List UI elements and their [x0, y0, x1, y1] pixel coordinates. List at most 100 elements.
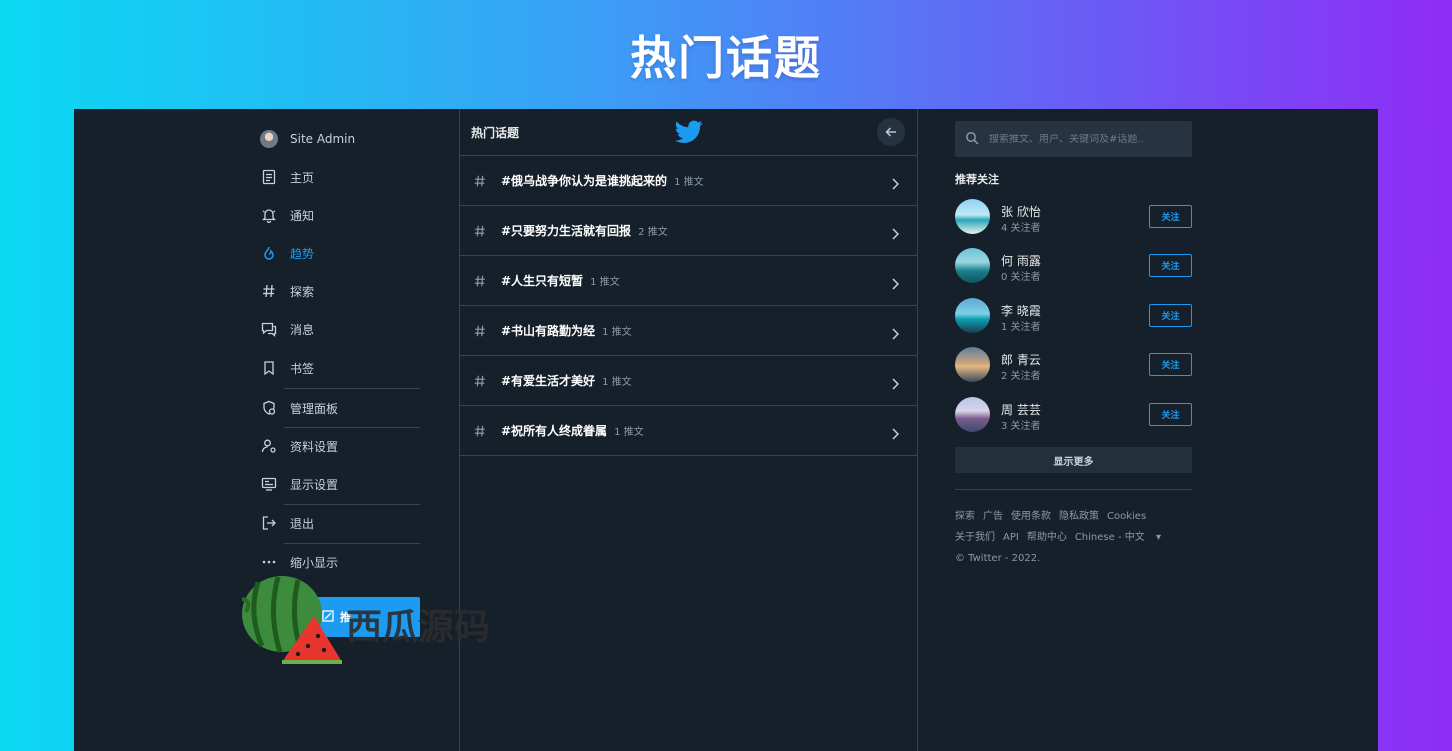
topic-name: #书山有路勤为经: [501, 324, 596, 338]
sidebar-item-label: 管理面板: [290, 401, 339, 416]
chevron-right-icon: [891, 175, 900, 194]
suggested-user: 周 芸芸 3 关注者 关注: [955, 397, 1192, 433]
avatar[interactable]: [955, 199, 990, 234]
footer-link[interactable]: API: [1003, 532, 1019, 543]
topic-count: 1 推文: [674, 177, 704, 188]
sidebar-item-label: 资料设置: [290, 439, 339, 454]
user-followers: 2 关注者: [1001, 371, 1041, 382]
divider: [917, 109, 918, 751]
topic-name: #人生只有短暂: [501, 274, 584, 288]
follow-button[interactable]: 关注: [1149, 353, 1192, 376]
sidebar-item-notifications[interactable]: 通知: [254, 198, 424, 232]
language-selector[interactable]: Chinese - 中文 ▾: [1075, 532, 1169, 543]
sidebar-item-admin-panel[interactable]: 管理面板: [254, 391, 424, 425]
avatar[interactable]: [955, 298, 990, 333]
chevron-right-icon: [891, 325, 900, 344]
user-name[interactable]: 周 芸芸: [1001, 401, 1041, 418]
user-name[interactable]: 张 欣怡: [1001, 203, 1041, 220]
sidebar-item-messages[interactable]: 消息: [254, 312, 424, 346]
topic-row[interactable]: #俄乌战争你认为是谁挑起来的 1 推文: [459, 156, 917, 206]
admin-panel-icon: [254, 400, 284, 416]
sidebar-item-label: 显示设置: [290, 477, 339, 492]
topic-name: #俄乌战争你认为是谁挑起来的: [501, 174, 668, 188]
suggested-user: 李 晓霞 1 关注者 关注: [955, 298, 1192, 334]
user-name[interactable]: 郎 青云: [1001, 351, 1041, 368]
hashtag-icon: [254, 283, 284, 299]
topic-count: 1 推文: [602, 327, 632, 338]
hashtag-icon: [459, 174, 501, 188]
user-followers: 1 关注者: [1001, 322, 1041, 333]
hashtag-icon: [459, 274, 501, 288]
page-title: 热门话题: [471, 126, 520, 140]
follow-button[interactable]: 关注: [1149, 205, 1192, 228]
messages-icon: [254, 321, 284, 337]
sidebar-item-trends[interactable]: 趋势: [254, 236, 424, 270]
divider: [284, 504, 420, 505]
avatar[interactable]: [955, 397, 990, 432]
chevron-right-icon: [891, 275, 900, 294]
follow-button[interactable]: 关注: [1149, 304, 1192, 327]
topic-count: 1 推文: [590, 277, 620, 288]
topic-count: 1 推文: [602, 377, 632, 388]
footer-link[interactable]: 隐私政策: [1059, 511, 1099, 522]
footer-link[interactable]: Cookies: [1107, 511, 1146, 522]
footer-link[interactable]: 广告: [983, 511, 1003, 522]
footer-link[interactable]: 帮助中心: [1027, 532, 1067, 543]
avatar: [260, 130, 278, 148]
show-more-button[interactable]: 显示更多: [955, 447, 1192, 473]
sidebar-item-logout[interactable]: 退出: [254, 506, 424, 540]
panel-header: 热门话题: [459, 109, 917, 156]
user-name[interactable]: 何 雨露: [1001, 252, 1041, 269]
topic-count: 1 推文: [614, 427, 644, 438]
search-input[interactable]: [989, 133, 1169, 145]
avatar[interactable]: [955, 248, 990, 283]
follow-button[interactable]: 关注: [1149, 254, 1192, 277]
search-box[interactable]: [955, 121, 1192, 157]
copyright: © Twitter - 2022.: [955, 553, 1041, 564]
sidebar-item-label: 退出: [290, 516, 315, 531]
flame-icon: [254, 245, 284, 261]
topic-row[interactable]: #书山有路勤为经 1 推文: [459, 306, 917, 356]
divider: [284, 427, 420, 428]
suggested-user: 郎 青云 2 关注者 关注: [955, 347, 1192, 383]
sidebar-item-label: 缩小显示: [290, 555, 339, 570]
footer-link[interactable]: 关于我们: [955, 532, 995, 543]
sidebar-item-label: 书签: [290, 361, 315, 376]
sidebar-item-profile-settings[interactable]: 资料设置: [254, 429, 424, 463]
sidebar-item-profile[interactable]: Site Admin: [254, 122, 424, 156]
right-sidebar: 推荐关注 张 欣怡 4 关注者 关注 何 雨露 0 关注者 关注 李 晓霞 1 …: [955, 109, 1192, 751]
suggested-user: 何 雨露 0 关注者 关注: [955, 248, 1192, 284]
avatar[interactable]: [955, 347, 990, 382]
back-button[interactable]: [877, 118, 905, 146]
topic-row[interactable]: #有爱生活才美好 1 推文: [459, 356, 917, 406]
sidebar-item-explore[interactable]: 探索: [254, 274, 424, 308]
topic-row[interactable]: #人生只有短暂 1 推文: [459, 256, 917, 306]
bell-icon: [254, 207, 284, 223]
sidebar-item-label: 趋势: [290, 246, 315, 261]
chevron-right-icon: [891, 375, 900, 394]
chevron-right-icon: [891, 425, 900, 444]
topic-name: #有爱生活才美好: [501, 374, 596, 388]
suggested-user: 张 欣怡 4 关注者 关注: [955, 199, 1192, 235]
sidebar-item-home[interactable]: 主页: [254, 160, 424, 194]
logout-icon: [254, 515, 284, 531]
topic-row[interactable]: #祝所有人终成眷属 1 推文: [459, 406, 917, 456]
hashtag-icon: [459, 424, 501, 438]
caret-down-icon: ▾: [1155, 532, 1161, 543]
follow-button[interactable]: 关注: [1149, 403, 1192, 426]
topic-row[interactable]: #只要努力生活就有回报 2 推文: [459, 206, 917, 256]
user-name[interactable]: 李 晓霞: [1001, 302, 1041, 319]
hashtag-icon: [459, 374, 501, 388]
footer-link[interactable]: 使用条款: [1011, 511, 1051, 522]
banner-title: 热门话题: [630, 31, 822, 85]
hashtag-icon: [459, 324, 501, 338]
footer-link[interactable]: 探索: [955, 511, 975, 522]
watermark-text: 西瓜源码: [346, 607, 491, 648]
bookmark-icon: [254, 360, 284, 376]
topic-count: 2 推文: [638, 227, 668, 238]
sidebar-item-display-settings[interactable]: 显示设置: [254, 467, 424, 501]
home-icon: [254, 169, 284, 185]
twitter-bird-icon[interactable]: [675, 120, 703, 148]
display-settings-icon: [254, 476, 284, 492]
sidebar-item-bookmarks[interactable]: 书签: [254, 351, 424, 385]
